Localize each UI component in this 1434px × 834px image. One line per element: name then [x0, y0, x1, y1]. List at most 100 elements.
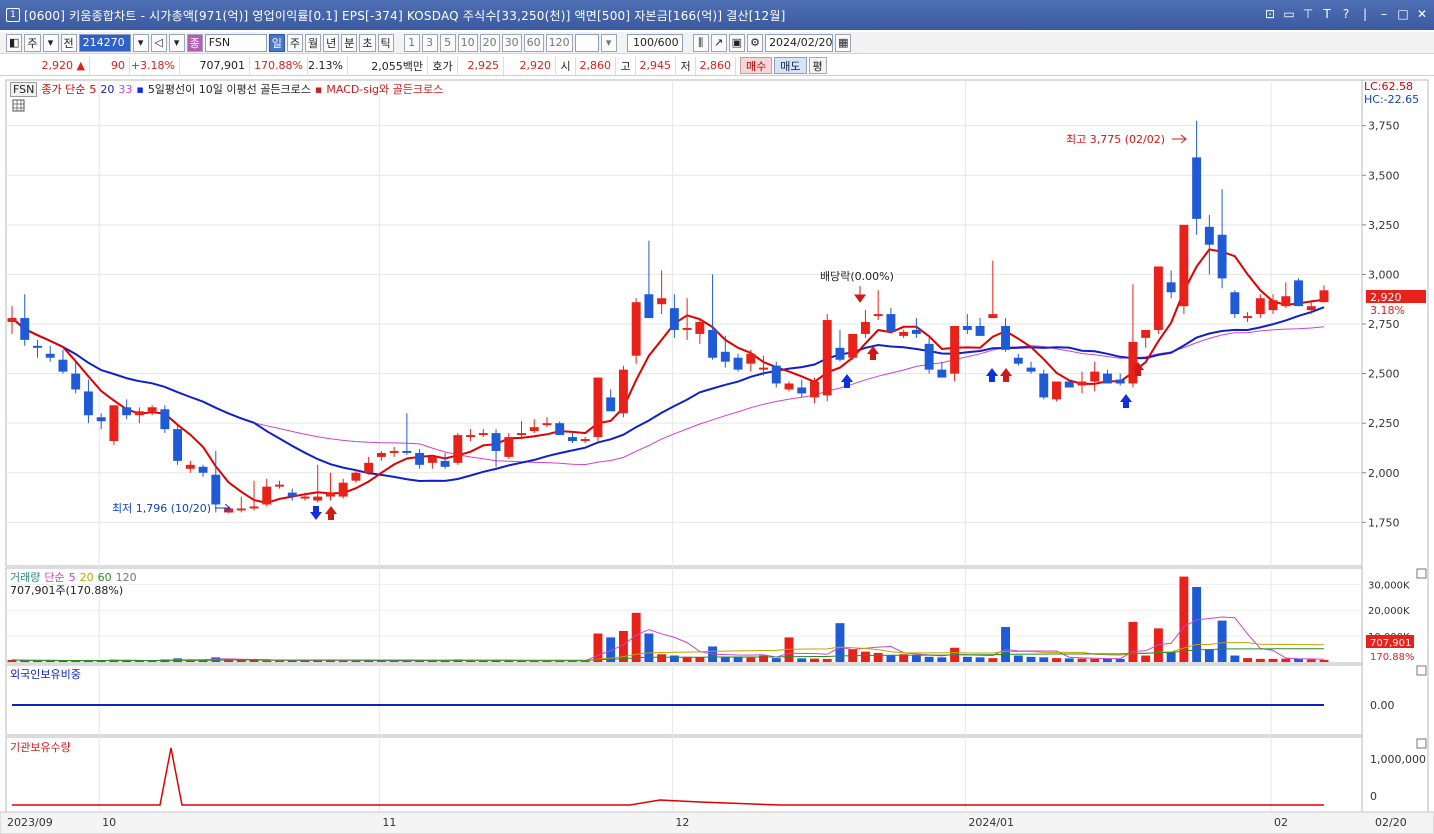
- buy-button[interactable]: 매수: [740, 57, 773, 74]
- stock-name-field[interactable]: FSN: [204, 33, 267, 52]
- draw-tool-icon[interactable]: ↗: [710, 33, 727, 52]
- period-second-button[interactable]: 초: [359, 33, 376, 52]
- sound-icon[interactable]: ◁: [150, 33, 167, 52]
- low-label: 저: [676, 56, 696, 75]
- interval-5-button[interactable]: 5: [439, 33, 456, 52]
- hc-label: HC:-22.65: [1364, 93, 1419, 106]
- period-year-button[interactable]: 년: [323, 33, 340, 52]
- candle-body: [797, 387, 807, 394]
- open-label: 시: [556, 56, 576, 75]
- candle-body: [58, 359, 68, 372]
- candle-body: [1013, 357, 1023, 364]
- candle-body: [911, 329, 921, 334]
- candle-type-icon[interactable]: ⫼: [692, 33, 709, 52]
- separator-icon: |: [1362, 7, 1368, 21]
- table-view-icon[interactable]: [12, 99, 25, 112]
- candle-body: [338, 482, 348, 497]
- foreign-panel-title[interactable]: 외국인보유비중: [10, 666, 81, 682]
- data-count-input[interactable]: 100/600: [626, 33, 683, 52]
- candle-body: [810, 381, 819, 398]
- period-dropdown-icon[interactable]: ▾: [42, 33, 59, 52]
- signal1-label[interactable]: 5일평선이 10일 이평선 골든크로스: [148, 81, 311, 97]
- candle-body: [950, 325, 960, 374]
- interval-3-button[interactable]: 3: [421, 33, 438, 52]
- candle-body: [1102, 373, 1112, 384]
- ma33-label[interactable]: 33: [118, 83, 132, 96]
- period-select[interactable]: 주: [24, 33, 41, 52]
- custom-interval-input[interactable]: [574, 33, 599, 52]
- font-icon[interactable]: T: [1321, 7, 1333, 21]
- volume-bar: [1077, 658, 1087, 662]
- settings-gear-icon[interactable]: ⚙: [747, 33, 764, 52]
- layout-icon[interactable]: ⊡: [1264, 7, 1276, 21]
- chart-svg[interactable]: 1,750 2,000 2,250 2,500 2,750 3,000 3,250 3,500…: [0, 78, 1434, 834]
- volume-bar: [695, 657, 705, 662]
- custom-interval-dropdown-icon[interactable]: ▾: [600, 33, 617, 52]
- volume-panel-close-icon[interactable]: [1416, 568, 1427, 579]
- stock-badge: 종: [186, 33, 203, 52]
- signal2-label[interactable]: MACD-sig와 골든크로스: [326, 81, 443, 97]
- candle-body: [1192, 157, 1202, 219]
- copy-icon[interactable]: ▭: [1283, 7, 1295, 21]
- interval-120-button[interactable]: 120: [545, 33, 573, 52]
- inst-panel-close-icon[interactable]: [1416, 738, 1427, 749]
- help-icon[interactable]: ?: [1340, 7, 1352, 21]
- interval-20-button[interactable]: 20: [479, 33, 500, 52]
- foreign-panel-close-icon[interactable]: [1416, 665, 1427, 676]
- candle-body: [275, 484, 284, 487]
- candle-body: [517, 433, 526, 436]
- volume-tick-label: 30,000K: [1368, 580, 1410, 591]
- minimize-icon[interactable]: –: [1378, 7, 1390, 21]
- ticker-label[interactable]: FSN: [10, 81, 38, 97]
- period-day-button[interactable]: 일: [268, 33, 285, 52]
- window-app-icon[interactable]: 1: [6, 8, 20, 22]
- sound-dropdown-icon[interactable]: ▾: [168, 33, 185, 52]
- ma-label[interactable]: 종가 단순: [41, 81, 85, 97]
- maximize-icon[interactable]: □: [1397, 7, 1409, 21]
- candle-body: [262, 486, 272, 505]
- sell-button[interactable]: 매도: [774, 57, 807, 74]
- candle-body: [606, 397, 616, 412]
- period-minute-button[interactable]: 분: [341, 33, 358, 52]
- chart-area[interactable]: 1,750 2,000 2,250 2,500 2,750 3,000 3,250 3,500…: [0, 78, 1434, 834]
- code-dropdown-icon[interactable]: ▾: [132, 33, 149, 52]
- volume-bar: [746, 657, 756, 662]
- candle-body: [1039, 373, 1049, 398]
- volume-bar: [1115, 658, 1125, 662]
- candle-body: [886, 314, 896, 332]
- candle-body: [860, 322, 870, 334]
- candle-body: [682, 327, 692, 330]
- candle-body: [20, 318, 30, 340]
- prev-button[interactable]: 전: [60, 33, 77, 52]
- trade-amount: 2,055백만: [348, 56, 428, 75]
- inst-panel-title[interactable]: 기관보유수량: [10, 739, 71, 755]
- date-input[interactable]: 2024/02/20: [765, 33, 834, 52]
- interval-10-button[interactable]: 10: [457, 33, 478, 52]
- calendar-icon[interactable]: ▦: [835, 33, 852, 52]
- period-tick-button[interactable]: 틱: [377, 33, 394, 52]
- candle-body: [1141, 329, 1151, 338]
- candle-body: [784, 383, 794, 390]
- ma20-label[interactable]: 20: [100, 83, 114, 96]
- candle-body: [415, 452, 425, 465]
- interval-30-button[interactable]: 30: [501, 33, 522, 52]
- candle-body: [83, 391, 93, 416]
- stock-code-input[interactable]: 214270: [78, 33, 131, 52]
- ask-price: 2,925: [458, 56, 504, 75]
- pin-icon[interactable]: ⊤: [1302, 7, 1314, 21]
- interval-60-button[interactable]: 60: [523, 33, 544, 52]
- ma5-label[interactable]: 5: [89, 83, 96, 96]
- volume-tick-label: 20,000K: [1368, 606, 1410, 617]
- close-icon[interactable]: ✕: [1416, 7, 1428, 21]
- open-price: 2,860: [576, 56, 616, 75]
- turnover-rate: 2.13%: [308, 56, 348, 75]
- price-tick-label: 3,000: [1368, 268, 1400, 281]
- flat-button[interactable]: 평: [808, 57, 827, 74]
- interval-1-button[interactable]: 1: [403, 33, 420, 52]
- volume-bar: [1090, 658, 1100, 662]
- period-month-button[interactable]: 월: [305, 33, 322, 52]
- period-week-button[interactable]: 주: [286, 33, 304, 52]
- chart-layout-icon[interactable]: ◧: [6, 33, 23, 52]
- candle-body: [351, 472, 361, 481]
- save-icon[interactable]: ▣: [728, 33, 746, 52]
